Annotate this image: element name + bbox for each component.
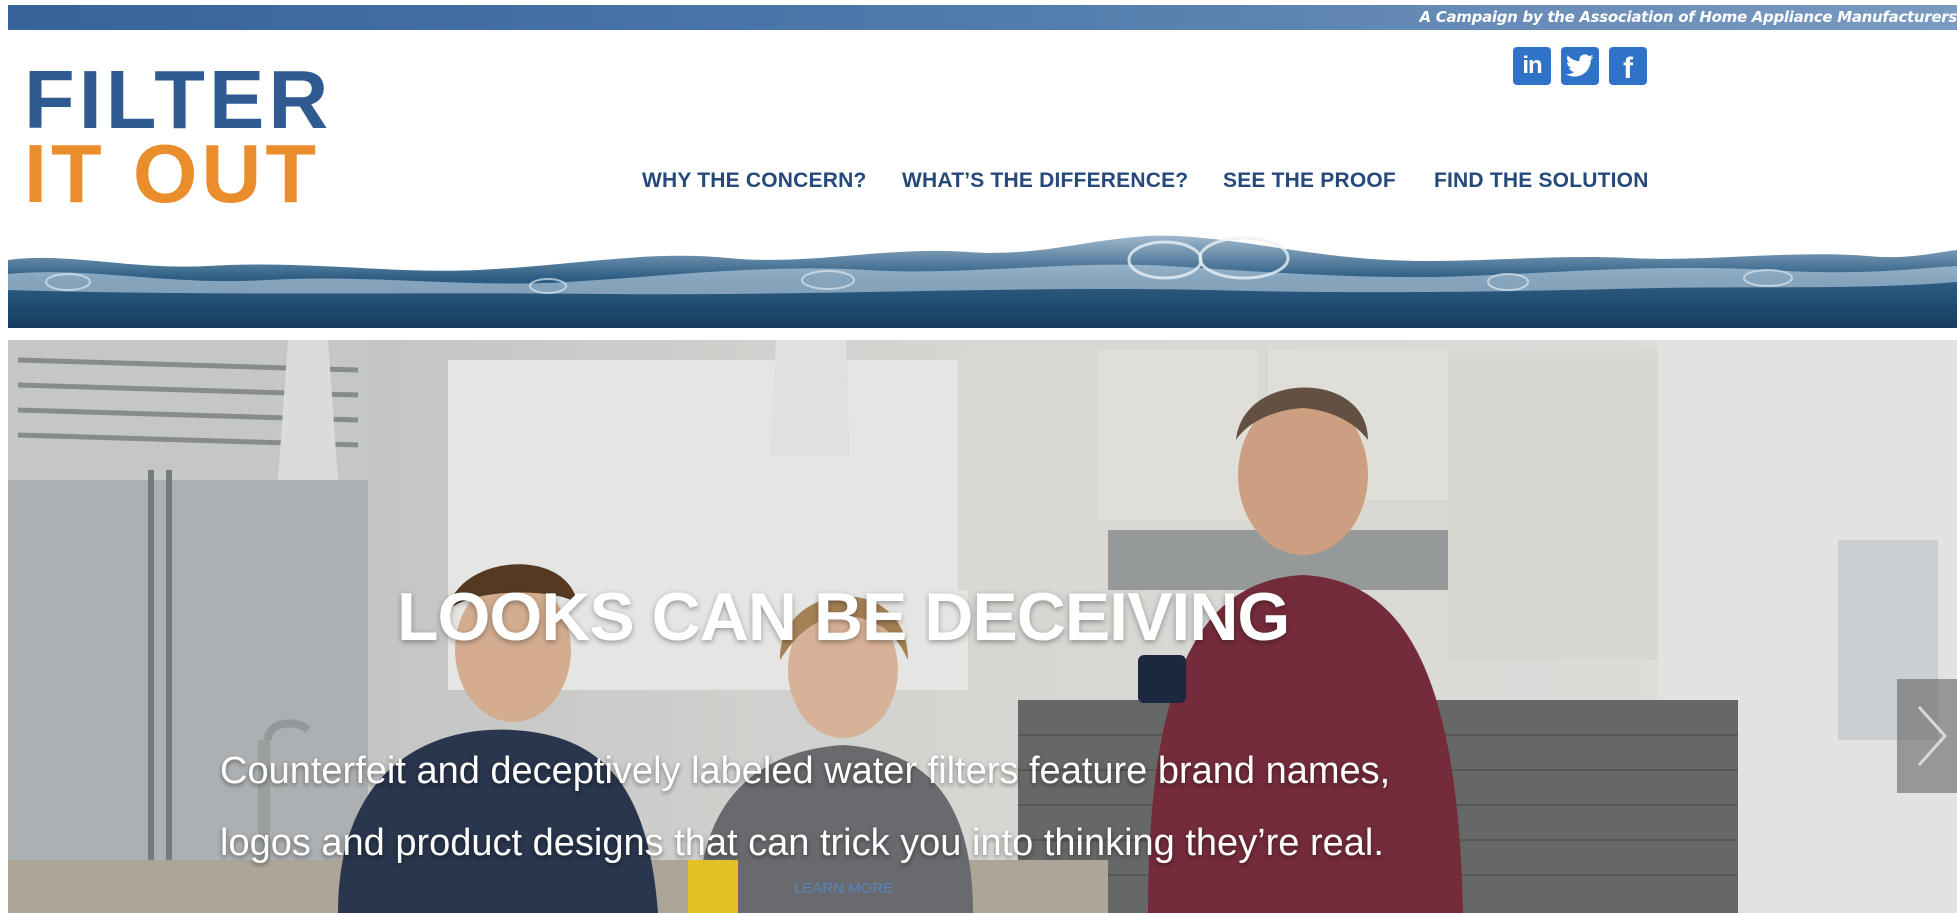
nav-why-the-concern[interactable]: WHY THE CONCERN?: [642, 169, 866, 193]
nav-whats-the-difference[interactable]: WHAT’S THE DIFFERENCE?: [902, 169, 1188, 193]
hero-slider: LOOKS CAN BE DECEIVING Counterfeit and d…: [8, 340, 1957, 913]
facebook-icon: f: [1623, 52, 1633, 85]
slider-next-button[interactable]: [1897, 679, 1957, 793]
hero-description: Counterfeit and deceptively labeled wate…: [220, 735, 1520, 879]
twitter-icon: [1566, 54, 1594, 77]
linkedin-button[interactable]: in: [1513, 47, 1551, 85]
chevron-right-icon: [1917, 705, 1948, 767]
twitter-button[interactable]: [1561, 47, 1599, 85]
site-logo[interactable]: FILTER IT OUT: [24, 58, 328, 215]
campaign-banner: A Campaign by the Association of Home Ap…: [8, 5, 1957, 30]
hero-description-line-2: logos and product designs that can trick…: [220, 822, 1384, 864]
facebook-button[interactable]: f: [1609, 47, 1647, 85]
learn-more-link[interactable]: LEARN MORE: [794, 880, 893, 897]
linkedin-icon: in: [1522, 52, 1542, 79]
logo-line-it-out: IT OUT: [24, 127, 321, 220]
social-links: in f: [1513, 47, 1647, 85]
hero-description-line-1: Counterfeit and deceptively labeled wate…: [220, 750, 1391, 792]
nav-see-the-proof[interactable]: SEE THE PROOF: [1223, 169, 1396, 193]
campaign-tagline: A Campaign by the Association of Home Ap…: [1419, 8, 1957, 26]
nav-find-the-solution[interactable]: FIND THE SOLUTION: [1434, 169, 1649, 193]
water-wave-banner: [8, 235, 1957, 328]
hero-title: LOOKS CAN BE DECEIVING: [397, 579, 1290, 655]
